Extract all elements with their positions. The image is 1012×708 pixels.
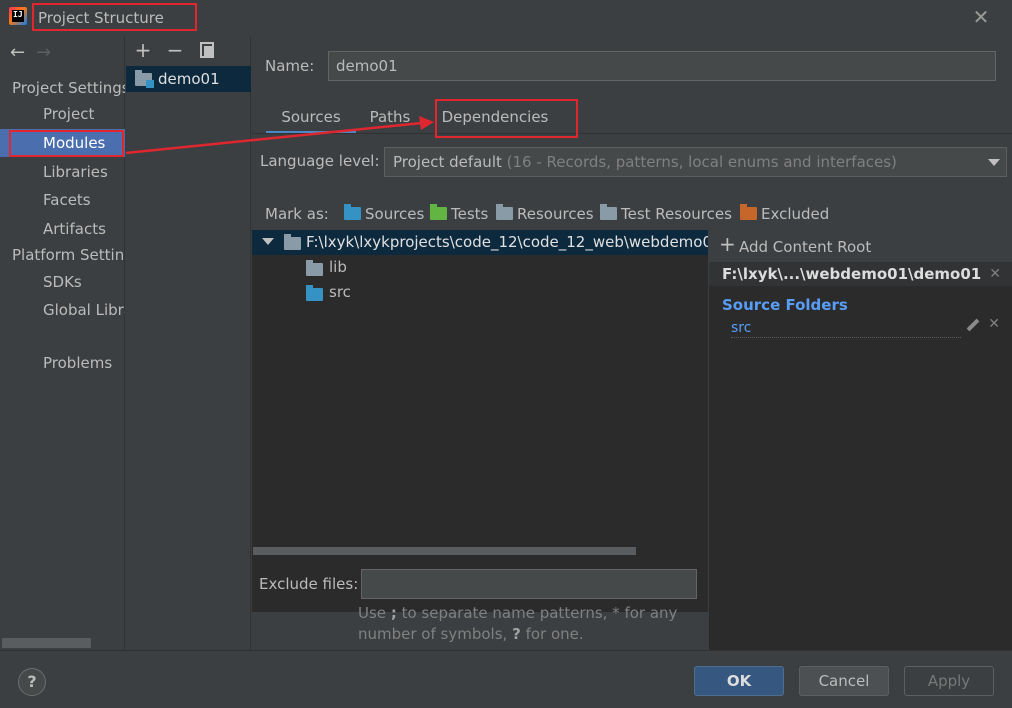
remove-content-root-icon[interactable]: ✕ [989, 262, 1001, 286]
back-arrow-icon[interactable]: ← [10, 42, 36, 63]
sources-folder-icon [344, 204, 361, 220]
sidebar-item-sdks[interactable]: SDKs [0, 268, 125, 296]
mark-as-resources[interactable]: Resources [496, 204, 594, 226]
exclude-files-input[interactable] [361, 569, 697, 599]
modules-panel: + − demo01 [126, 36, 251, 650]
forward-arrow-icon[interactable]: → [36, 42, 62, 63]
chevron-down-icon [988, 159, 1000, 166]
highlight-dependencies [435, 99, 578, 138]
intellij-app-icon: IJ [9, 7, 27, 25]
sidebar-item-artifacts[interactable]: Artifacts [0, 215, 125, 243]
language-level-select[interactable]: Project default (16 - Records, patterns,… [384, 147, 1007, 177]
sidebar-item-facets[interactable]: Facets [0, 186, 125, 214]
remove-module-icon[interactable]: − [165, 40, 185, 60]
language-level-label: Language level: [260, 152, 380, 170]
tree-item-src[interactable]: src [329, 280, 351, 305]
sidebar-item-problems[interactable]: Problems [0, 349, 125, 377]
settings-sidebar: ← → Project Settings Project Modules Libr… [0, 36, 125, 650]
mark-as-excluded[interactable]: Excluded [740, 204, 829, 226]
tree-root-node[interactable]: F:\lxyk\lxykprojects\code_12\code_12_web… [252, 230, 708, 255]
name-label: Name: [265, 57, 315, 75]
sidebar-item-global-libraries[interactable]: Global Libraries [0, 296, 125, 324]
source-folder-src: src [731, 320, 961, 338]
remove-source-folder-icon[interactable]: ✕ [988, 316, 1000, 332]
close-icon[interactable]: ✕ [972, 7, 990, 27]
tree-horizontal-scrollbar[interactable] [253, 547, 636, 555]
exclude-hint: Use ; to separate name patterns, * for a… [358, 604, 678, 643]
nav-arrows: ← → [10, 42, 62, 63]
exclude-files-label: Exclude files: [259, 575, 359, 593]
section-platform-settings: Platform Settings [12, 246, 125, 264]
ok-button[interactable]: OK [694, 666, 784, 696]
modules-toolbar: + − [126, 36, 251, 66]
module-folder-icon [135, 70, 154, 88]
highlight-title [32, 3, 197, 31]
module-name-field[interactable]: demo01 [328, 51, 996, 81]
content-root-tree[interactable]: F:\lxyk\lxykprojects\code_12\code_12_web… [252, 230, 708, 612]
resources-folder-icon [496, 204, 513, 220]
mark-as-tests[interactable]: Tests [430, 204, 488, 226]
language-level-detail: (16 - Records, patterns, local enums and… [506, 153, 897, 171]
plus-icon[interactable]: + [719, 232, 736, 256]
sidebar-item-libraries[interactable]: Libraries [0, 158, 125, 186]
mark-as-label: Mark as: [265, 205, 329, 223]
chevron-down-icon[interactable] [262, 238, 274, 245]
tab-sources[interactable]: Sources [266, 100, 356, 134]
module-settings: Name: demo01 Sources Paths Dependencies … [252, 36, 1012, 650]
module-item-label: demo01 [158, 70, 220, 88]
section-project-settings: Project Settings [12, 79, 125, 97]
folder-icon [284, 234, 301, 250]
mark-as-test-resources[interactable]: Test Resources [600, 204, 732, 226]
tab-paths[interactable]: Paths [360, 100, 420, 134]
sidebar-item-project[interactable]: Project [0, 100, 125, 128]
excluded-folder-icon [740, 204, 757, 220]
source-folders-title: Source Folders [722, 296, 848, 314]
add-module-icon[interactable]: + [133, 40, 153, 60]
folder-icon [306, 260, 323, 276]
dialog-footer: ? OK Cancel Apply [0, 650, 1012, 708]
content-root-header: + Add Content Root [709, 230, 1012, 262]
highlight-modules [9, 130, 124, 157]
cancel-button[interactable]: Cancel [799, 666, 889, 696]
content-root-path: F:\lxyk\...\webdemo01\demo01 ✕ [709, 262, 1012, 286]
sidebar-scrollbar[interactable] [2, 638, 91, 648]
module-item-demo01[interactable]: demo01 [126, 66, 251, 92]
add-content-root-link[interactable]: Add Content Root [739, 238, 871, 256]
mark-as-sources[interactable]: Sources [344, 204, 424, 226]
source-folder-icon [306, 285, 323, 301]
copy-module-icon[interactable] [200, 42, 214, 58]
content-root-panel: + Add Content Root F:\lxyk\...\webdemo01… [708, 230, 1012, 650]
language-level-value: Project default [393, 153, 502, 171]
tree-item-lib[interactable]: lib [329, 255, 347, 280]
tests-folder-icon [430, 204, 447, 220]
help-icon[interactable]: ? [18, 668, 46, 696]
tab-divider [252, 133, 1012, 134]
tree-root-label: F:\lxyk\lxykprojects\code_12\code_12_web… [306, 233, 708, 251]
test-resources-folder-icon [600, 204, 617, 220]
apply-button[interactable]: Apply [904, 666, 994, 696]
edit-pencil-icon[interactable] [966, 318, 980, 332]
